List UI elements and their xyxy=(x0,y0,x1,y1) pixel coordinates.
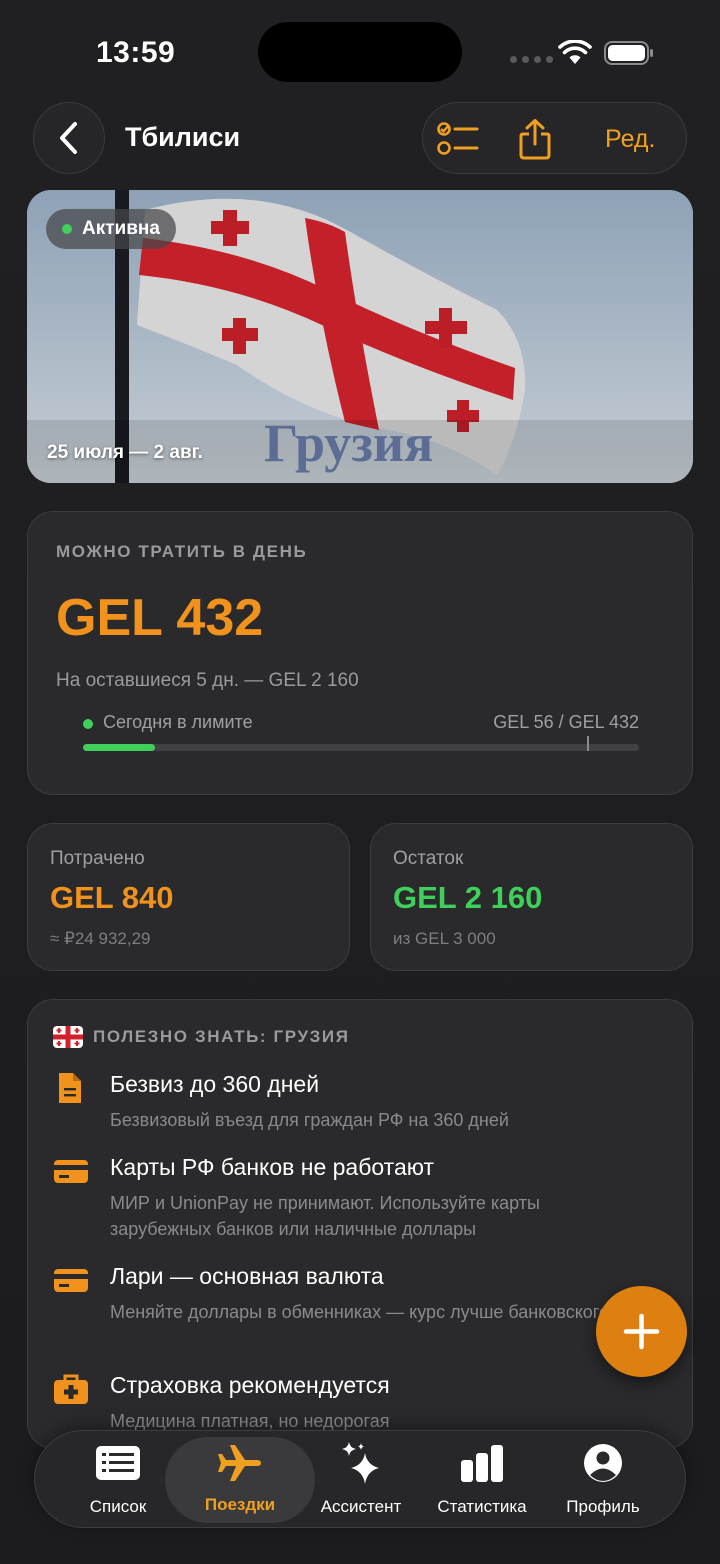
info-item-title: Карты РФ банков не работают xyxy=(110,1154,435,1180)
chevron-left-icon xyxy=(60,122,77,154)
info-item-title: Страховка рекомендуется xyxy=(110,1372,390,1398)
credit-card-icon xyxy=(54,1269,88,1292)
edit-button[interactable]: Ред. xyxy=(605,125,655,154)
trip-screen: 13:59 Тбилиси Ред. Активна Грузия 25 июл… xyxy=(0,0,720,1564)
sparkles-icon xyxy=(342,1442,379,1484)
remaining-label: Остаток xyxy=(393,848,464,869)
limit-progress-bar xyxy=(83,736,639,751)
status-dot xyxy=(62,224,72,234)
back-button[interactable] xyxy=(33,102,105,174)
limit-progress-fill xyxy=(83,744,156,751)
battery-icon xyxy=(604,41,653,65)
remaining-amount: GEL 2 160 xyxy=(393,880,543,915)
spent-amount: GEL 840 xyxy=(50,880,174,915)
trip-dates: 25 июля — 2 авг. xyxy=(47,442,203,463)
hero-country-caption: Грузия xyxy=(264,413,434,473)
georgia-flag-icon xyxy=(53,1026,83,1048)
trip-hero-card[interactable]: Активна Грузия 25 июля — 2 авг. xyxy=(27,190,693,483)
tab-label: Поездки xyxy=(204,1495,276,1514)
tab-list[interactable]: Список xyxy=(65,1431,171,1529)
limit-status-dot xyxy=(83,719,93,729)
spent-card[interactable]: Потрачено GEL 840 ≈ ₽24 932,29 xyxy=(27,823,350,971)
toolbar-actions: Ред. xyxy=(422,102,687,174)
tab-label: Статистика xyxy=(437,1497,527,1516)
status-bar: 13:59 xyxy=(0,0,720,100)
tab-label: Профиль xyxy=(566,1497,640,1516)
spent-label: Потрачено xyxy=(50,848,145,869)
tab-statistics[interactable]: Статистика xyxy=(429,1431,535,1529)
airplane-icon xyxy=(218,1445,261,1481)
bar-chart-icon xyxy=(461,1445,503,1482)
limit-marker xyxy=(587,736,589,751)
limit-row: Сегодня в лимите GEL 56 / GEL 432 xyxy=(83,712,639,736)
tab-profile[interactable]: Профиль xyxy=(551,1431,655,1529)
plus-icon xyxy=(623,1313,660,1350)
trip-status-badge: Активна xyxy=(46,209,176,249)
info-item-description: Безвизовый въезд для граждан РФ на 360 д… xyxy=(110,1110,509,1130)
limit-value: GEL 56 / GEL 432 xyxy=(493,712,639,732)
country-info-card: ПОЛЕЗНО ЗНАТЬ: ГРУЗИЯ Безвиз до 360 дней… xyxy=(27,999,693,1449)
daily-budget-card: МОЖНО ТРАТИТЬ В ДЕНЬ GEL 432 На оставшие… xyxy=(27,511,693,795)
medical-kit-icon xyxy=(54,1374,88,1404)
cellular-signal-icon xyxy=(510,56,553,63)
limit-status-label: Сегодня в лимите xyxy=(103,712,253,732)
info-item-title: Лари — основная валюта xyxy=(110,1263,384,1289)
document-icon xyxy=(59,1073,81,1103)
checklist-icon[interactable] xyxy=(437,121,479,157)
daily-budget-label: МОЖНО ТРАТИТЬ В ДЕНЬ xyxy=(56,542,308,561)
tab-label: Список xyxy=(89,1497,147,1516)
share-icon[interactable] xyxy=(518,118,552,160)
status-time: 13:59 xyxy=(96,36,176,69)
tab-assistant[interactable]: Ассистент xyxy=(311,1431,411,1529)
trip-status-label: Активна xyxy=(82,218,160,239)
remaining-total: из GEL 3 000 xyxy=(393,929,496,948)
remaining-card[interactable]: Остаток GEL 2 160 из GEL 3 000 xyxy=(370,823,693,971)
credit-card-icon xyxy=(54,1160,88,1183)
list-icon xyxy=(96,1446,140,1480)
info-item-title: Безвиз до 360 дней xyxy=(110,1071,320,1097)
info-item-description: МИР и UnionPay не принимают. Используйте… xyxy=(110,1193,540,1239)
tab-label: Ассистент xyxy=(320,1497,402,1516)
tab-bar: Список Поездки Ассистент Статистика Проф… xyxy=(34,1430,686,1528)
person-icon xyxy=(584,1444,622,1482)
info-heading: ПОЛЕЗНО ЗНАТЬ: ГРУЗИЯ xyxy=(93,1027,350,1046)
spent-converted: ≈ ₽24 932,29 xyxy=(50,929,151,948)
daily-budget-amount: GEL 432 xyxy=(56,589,264,647)
info-item-description: Меняйте доллары в обменниках — курс лучш… xyxy=(110,1302,609,1322)
wifi-icon xyxy=(558,40,592,64)
tab-trips[interactable]: Поездки xyxy=(165,1437,315,1523)
dynamic-island xyxy=(258,22,462,82)
page-title: Тбилиси xyxy=(125,122,241,152)
daily-budget-remaining: На оставшиеся 5 дн. — GEL 2 160 xyxy=(56,670,359,691)
add-expense-button[interactable] xyxy=(596,1286,687,1377)
